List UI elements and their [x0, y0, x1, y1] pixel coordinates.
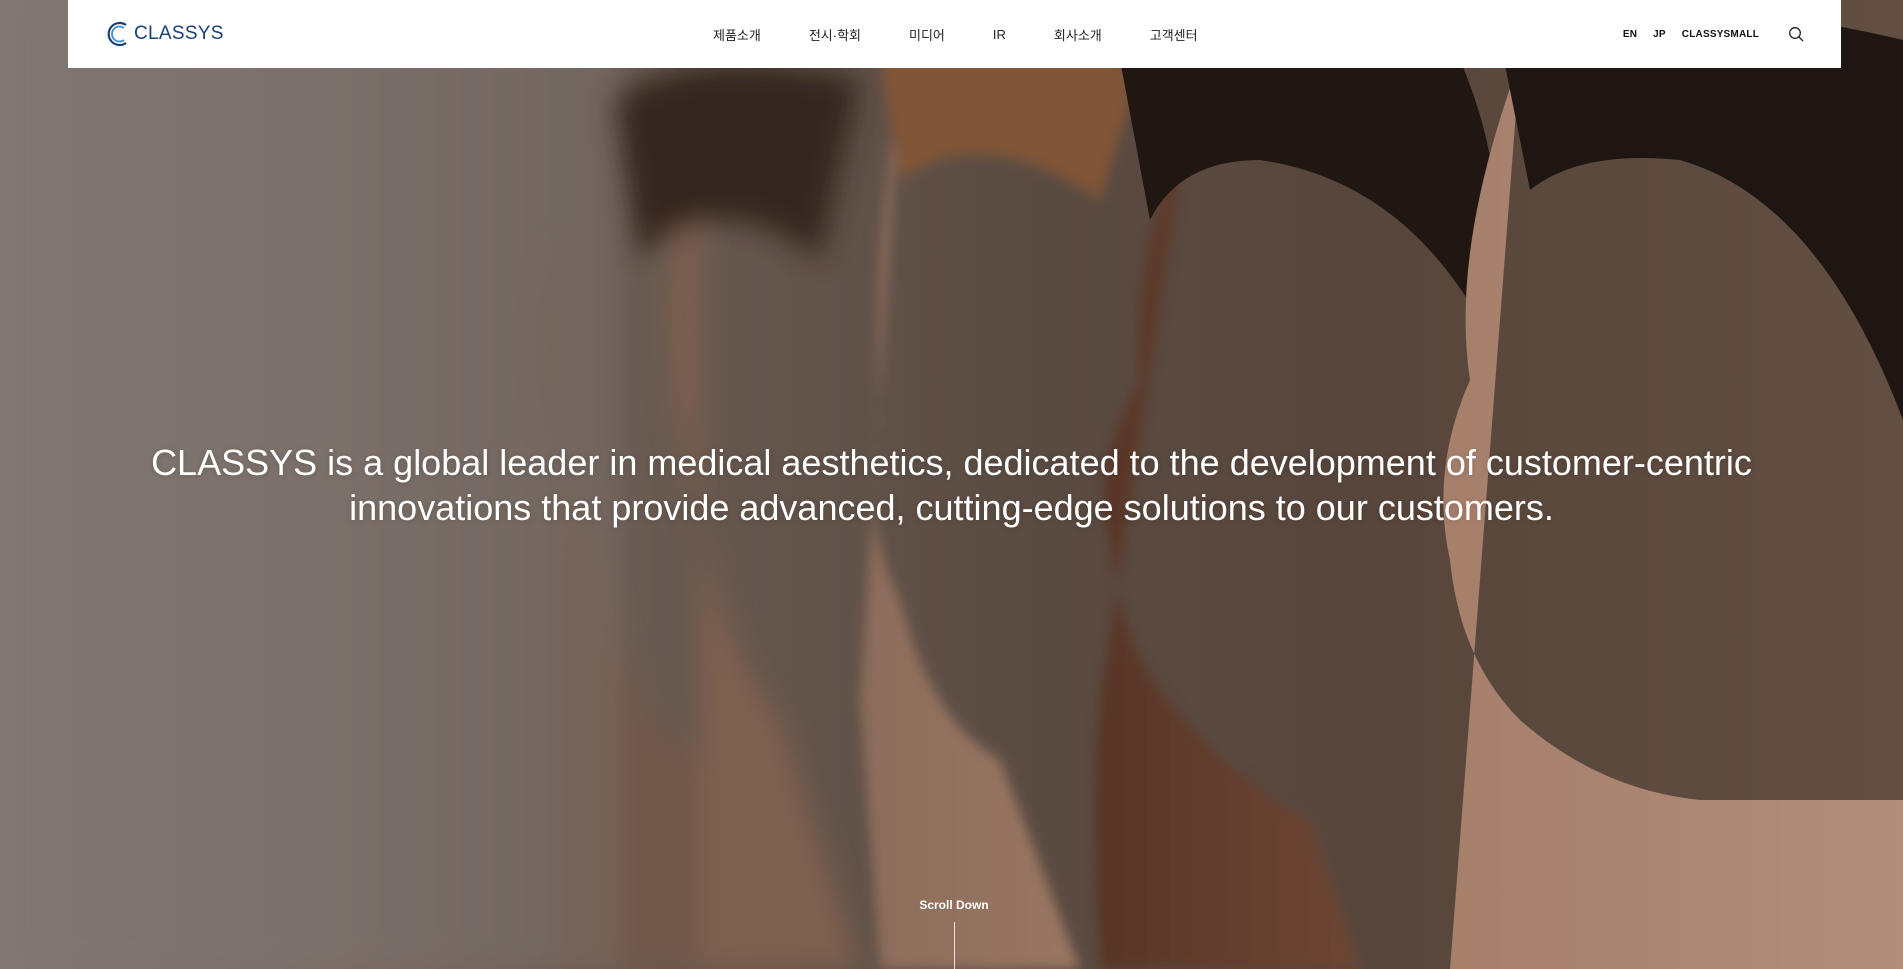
classysmall-link[interactable]: CLASSYSMALL: [1682, 29, 1759, 40]
nav-item-ir[interactable]: IR: [993, 27, 1006, 42]
nav-item-support[interactable]: 고객센터: [1150, 25, 1198, 44]
hero-headline: CLASSYS is a global leader in medical ae…: [0, 440, 1903, 530]
main-navigation: 제품소개 전시·학회 미디어 IR 회사소개 고객센터: [713, 0, 1246, 68]
scroll-down-label: Scroll Down: [919, 898, 989, 912]
utility-menu: EN JP CLASSYSMALL: [1607, 0, 1805, 68]
logo-link[interactable]: CLASSYS: [104, 20, 224, 48]
language-en-link[interactable]: EN: [1623, 29, 1637, 40]
hero-headline-line-1: CLASSYS is a global leader in medical ae…: [151, 442, 1752, 483]
language-jp-link[interactable]: JP: [1653, 29, 1666, 40]
nav-item-media[interactable]: 미디어: [909, 25, 945, 44]
logo-text: CLASSYS: [134, 23, 224, 44]
search-icon: [1789, 27, 1804, 42]
nav-item-company[interactable]: 회사소개: [1054, 25, 1102, 44]
scroll-down-indicator[interactable]: Scroll Down: [904, 898, 1004, 969]
nav-item-products[interactable]: 제품소개: [713, 25, 761, 44]
scroll-down-line: [953, 922, 955, 969]
search-button[interactable]: [1787, 25, 1805, 43]
hero-headline-line-2: innovations that provide advanced, cutti…: [349, 487, 1554, 528]
classys-logo-icon: [107, 21, 127, 47]
nav-item-exhibitions[interactable]: 전시·학회: [809, 25, 861, 44]
site-header: CLASSYS 제품소개 전시·학회 미디어 IR 회사소개 고객센터 EN J…: [68, 0, 1841, 68]
